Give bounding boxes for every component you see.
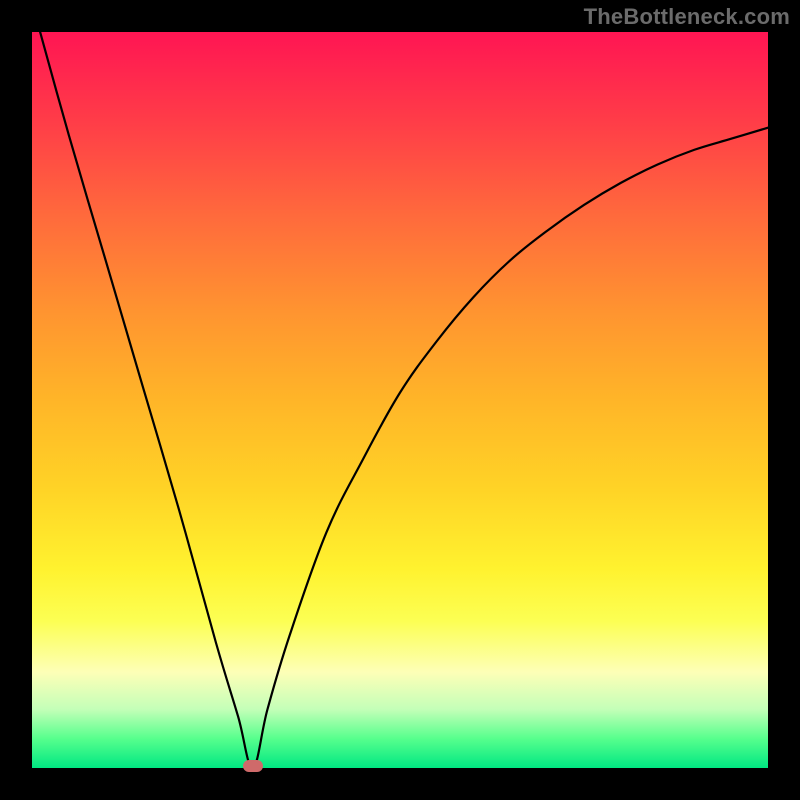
bottleneck-curve	[32, 32, 768, 768]
plot-area	[32, 32, 768, 768]
watermark-text: TheBottleneck.com	[584, 4, 790, 30]
curve-path	[32, 32, 768, 768]
minimum-marker	[243, 760, 263, 772]
chart-frame: TheBottleneck.com	[0, 0, 800, 800]
